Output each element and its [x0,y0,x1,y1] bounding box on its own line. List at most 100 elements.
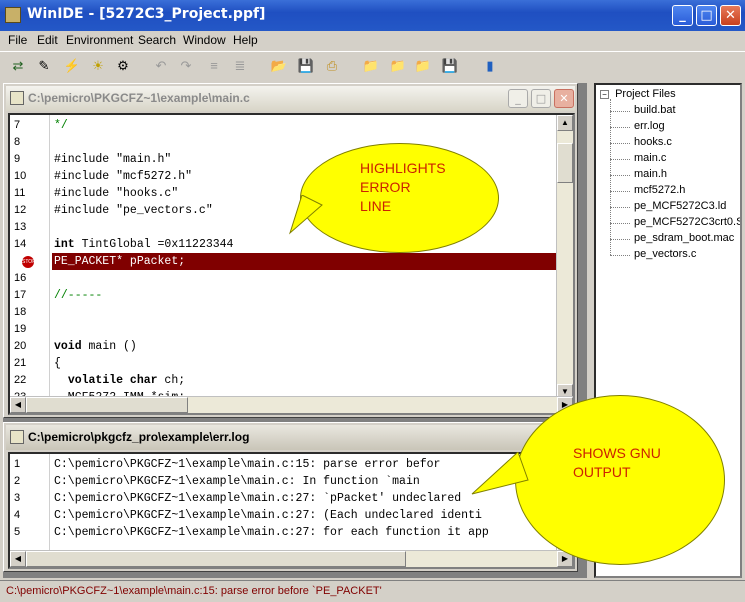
collapse-icon[interactable]: − [600,89,609,99]
tree-connector [610,99,611,255]
undo-icon[interactable]: ↶ [152,57,170,75]
project-save-icon[interactable]: 💾 [441,57,459,75]
code-line[interactable]: 21 { [10,355,573,372]
code-line[interactable]: 22 volatile char ch; [10,372,573,389]
error-line[interactable]: STOP PE_PACKET* pPacket; [22,253,573,270]
menu-search[interactable]: Search [138,33,176,47]
project-file-item[interactable]: hooks.c [634,136,672,148]
code-editor[interactable]: 7 */8 9 #include "main.h" 10 #include "mcf527… [8,113,575,415]
close-button[interactable]: ✕ [720,5,741,26]
menu-edit[interactable]: Edit [37,33,58,47]
callout-line: LINE [360,198,392,214]
project-file-item[interactable]: err.log [634,120,665,132]
title-bar[interactable]: WinIDE - [5272C3_Project.ppf] _ □ ✕ [0,0,745,31]
redo-icon[interactable]: ↷ [177,57,195,75]
log-line[interactable]: 5 C:\pemicro\PKGCFZ~1\example\main.c:27: … [10,524,573,541]
tree-connector [610,159,630,160]
menu-file[interactable]: File [8,33,27,47]
hscroll-thumb[interactable] [26,551,406,567]
editor-title-bar[interactable]: C:\pemicro\PKGCFZ~1\example\main.c _ □ ✕ [6,86,575,111]
tree-connector [610,143,630,144]
code-line[interactable]: 9 #include "main.h" [10,151,573,168]
tree-connector [610,223,630,224]
output-callout-pointer [471,452,529,495]
tree-root-label: Project Files [615,88,676,100]
document-icon [10,91,24,105]
editor-window[interactable]: C:\pemicro\PKGCFZ~1\example\main.c _ □ ✕… [3,83,578,418]
line-number: 9 [14,153,21,165]
chart-icon[interactable]: ▮ [481,57,499,75]
line-number: 11 [14,187,26,199]
line-number: 19 [14,323,27,335]
scroll-up-button[interactable]: ▲ [557,115,573,131]
project-file-item[interactable]: pe_sdram_boot.mac [634,232,734,244]
code-text: #include "main.h" [54,153,172,166]
code-line[interactable]: 17 //----- [10,287,573,304]
tree-connector [610,255,630,256]
project-file-item[interactable]: main.h [634,168,667,180]
toolbar: ⇄ ✎ ⚡ ☀ ⚙ ↶ ↷ ≡ ≣ 📂 💾 ⎙ 📁 📁 📁 💾 ▮ [0,51,745,81]
code-line[interactable]: 20 void main () [10,338,573,355]
code-line[interactable]: 7 */ [10,117,573,134]
project-file-item[interactable]: pe_MCF5272C3.ld [634,200,726,212]
project-open-icon[interactable]: 📁 [362,57,380,75]
debug-icon[interactable]: ☀ [89,57,107,75]
code-text: volatile char ch; [67,374,186,387]
log-title-bar[interactable]: C:\pemicro\pkgcfz_pro\example\err.log [6,425,575,450]
hscroll-thumb[interactable] [26,397,188,413]
project-add-icon[interactable]: 📁 [389,57,407,75]
print-icon[interactable]: ⎙ [323,57,341,75]
line-number: 21 [14,357,27,369]
scroll-left-button[interactable]: ◀ [10,551,26,567]
window-title: WinIDE - [5272C3_Project.ppf] [27,6,266,22]
menu-help[interactable]: Help [233,33,258,47]
maximize-button[interactable]: □ [696,5,717,26]
editor-minimize-button[interactable]: _ [508,89,528,108]
app-icon[interactable] [5,7,21,23]
line-number: 20 [14,340,27,352]
project-file-item[interactable]: build.bat [634,104,676,116]
build-icon[interactable]: ⚡ [63,57,81,75]
save-icon[interactable]: 💾 [297,57,315,75]
line-number: 18 [14,306,27,318]
line-number: 2 [14,475,21,487]
outdent-icon[interactable]: ≣ [231,57,249,75]
editor-vertical-scrollbar[interactable]: ▲ ▼ [556,115,573,400]
code-line[interactable]: 8 [10,134,573,151]
project-file-item[interactable]: mcf5272.h [634,184,685,196]
connect-icon[interactable]: ⇄ [9,57,27,75]
log-line[interactable]: 4 C:\pemicro\PKGCFZ~1\example\main.c:27: … [10,507,573,524]
editor-horizontal-scrollbar[interactable]: ◀ ▶ [10,396,573,413]
line-number: 14 [14,238,27,250]
callout-line: SHOWS GNU [573,445,661,461]
code-line[interactable]: 18 [10,304,573,321]
scroll-left-button[interactable]: ◀ [10,397,26,413]
minimize-button[interactable]: _ [672,5,693,26]
line-number: 1 [14,458,21,470]
code-line[interactable]: 19 [10,321,573,338]
compile-icon[interactable]: ✎ [35,57,53,75]
code-text: PE_PACKET* pPacket; [54,255,186,268]
project-file-item[interactable]: pe_MCF5272C3crt0.S [634,216,740,228]
project-remove-icon[interactable]: 📁 [414,57,432,75]
editor-close-button[interactable]: ✕ [554,89,574,108]
menu-window[interactable]: Window [183,33,226,47]
callout-line: OUTPUT [573,464,631,480]
callout-line: ERROR [360,179,411,195]
code-text: { [54,357,61,370]
code-line[interactable]: 16 [10,270,573,287]
mdi-area: C:\pemicro\PKGCFZ~1\example\main.c _ □ ✕… [3,83,587,578]
editor-maximize-button[interactable]: □ [531,89,551,108]
project-file-item[interactable]: pe_vectors.c [634,248,696,260]
open-folder-icon[interactable]: 📂 [270,57,288,75]
line-number: 8 [14,136,21,148]
scroll-thumb[interactable] [557,143,573,183]
project-file-item[interactable]: main.c [634,152,666,164]
tree-connector [610,207,630,208]
tree-root[interactable]: − Project Files [600,88,676,100]
menu-environment[interactable]: Environment [66,33,133,47]
line-number: 7 [14,119,21,131]
log-horizontal-scrollbar[interactable]: ◀ ▶ [10,550,573,567]
indent-icon[interactable]: ≡ [205,57,223,75]
program-icon[interactable]: ⚙ [114,57,132,75]
